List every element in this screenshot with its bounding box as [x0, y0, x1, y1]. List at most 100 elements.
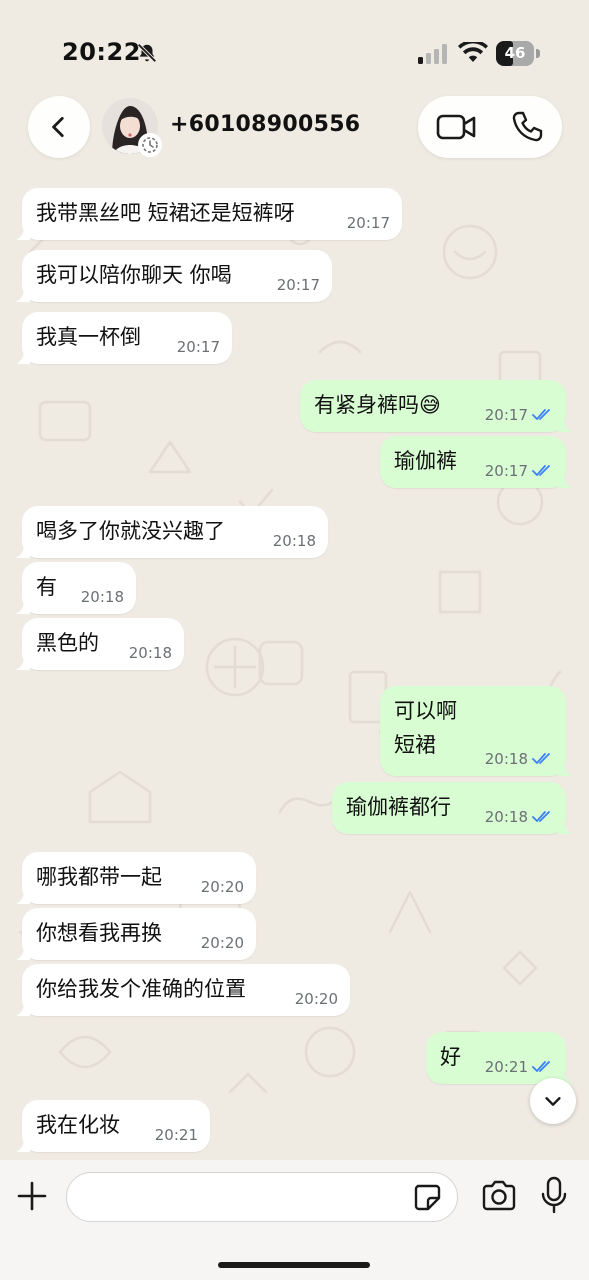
- incoming-message[interactable]: 你给我发个准确的位置 20:20: [16, 964, 350, 1016]
- message-time: 20:21: [154, 1126, 198, 1144]
- bubble-tail: [16, 946, 30, 960]
- bubble-tail: [16, 890, 30, 904]
- scroll-to-bottom-button[interactable]: [530, 1078, 576, 1124]
- message-time: 20:17: [276, 276, 320, 294]
- double-check-icon: [532, 811, 550, 822]
- bubble-tail: [558, 474, 572, 488]
- message-text: 有: [36, 575, 57, 599]
- message-meta: 20:18: [273, 532, 316, 550]
- message-text: 你想看我再换: [36, 921, 162, 945]
- incoming-message[interactable]: 有 20:18: [16, 562, 136, 614]
- bubble-tail: [16, 1002, 30, 1016]
- bubble-tail: [16, 350, 30, 364]
- bubble-tail: [558, 820, 572, 834]
- message-meta: 20:21: [485, 1058, 554, 1076]
- bubble-tail: [16, 226, 30, 240]
- message-time: 20:18: [272, 532, 316, 550]
- double-check-icon: [532, 409, 550, 420]
- message-time: 20:17: [176, 338, 220, 356]
- bubble-tail: [16, 1138, 30, 1152]
- message-text: 瑜伽裤: [394, 449, 457, 473]
- message-text: 有紧身裤吗😅: [314, 393, 441, 417]
- message-time: 20:20: [294, 990, 338, 1008]
- phone-call-icon[interactable]: [510, 110, 544, 144]
- message-text: 哪我都带一起: [36, 865, 162, 889]
- message-text: 可以啊 短裙: [394, 699, 457, 757]
- message-text: 我可以陪你聊天 你喝: [36, 263, 232, 287]
- message-time: 20:17: [346, 214, 390, 232]
- call-actions: [418, 96, 562, 158]
- message-meta: 20:18: [485, 750, 554, 768]
- incoming-message[interactable]: 我真一杯倒 20:17: [16, 312, 232, 364]
- status-time: 20:22: [62, 38, 141, 66]
- message-text: 喝多了你就没兴趣了: [36, 519, 225, 543]
- bubble-tail: [16, 656, 30, 670]
- bell-muted-icon: [137, 43, 157, 63]
- message-text: 瑜伽裤都行: [346, 795, 451, 819]
- outgoing-message[interactable]: 瑜伽裤都行 20:18: [332, 782, 572, 834]
- message-text: 我真一杯倒: [36, 325, 141, 349]
- message-meta: 20:20: [201, 878, 244, 896]
- battery-percent: 46: [504, 44, 526, 62]
- message-time: 20:18: [484, 808, 528, 826]
- back-button[interactable]: [28, 96, 90, 158]
- message-time: 20:18: [128, 644, 172, 662]
- outgoing-message[interactable]: 好 20:21: [426, 1032, 572, 1084]
- message-meta: 20:18: [129, 644, 172, 662]
- message-text: 黑色的: [36, 631, 99, 655]
- message-time: 20:17: [484, 462, 528, 480]
- status-ring-icon: [138, 133, 162, 157]
- plus-icon[interactable]: [16, 1180, 48, 1212]
- incoming-message[interactable]: 我可以陪你聊天 你喝 20:17: [16, 250, 332, 302]
- bubble-tail: [16, 544, 30, 558]
- message-time: 20:21: [484, 1058, 528, 1076]
- incoming-message[interactable]: 我带黑丝吧 短裙还是短裤呀 20:17: [16, 188, 402, 240]
- incoming-message[interactable]: 我在化妆 20:21: [16, 1100, 210, 1152]
- double-check-icon: [532, 1061, 550, 1072]
- message-time: 20:20: [200, 934, 244, 952]
- message-meta: 20:17: [277, 276, 320, 294]
- message-time: 20:17: [484, 406, 528, 424]
- message-text: 你给我发个准确的位置: [36, 977, 246, 1001]
- cellular-signal-icon: [418, 44, 447, 64]
- message-text: 好: [440, 1045, 461, 1069]
- incoming-message[interactable]: 喝多了你就没兴趣了 20:18: [16, 506, 328, 558]
- message-meta: 20:17: [485, 462, 554, 480]
- microphone-icon[interactable]: [540, 1176, 568, 1214]
- battery-cap: [536, 49, 540, 58]
- double-check-icon: [532, 465, 550, 476]
- wifi-icon: [458, 42, 488, 62]
- message-time: 20:18: [484, 750, 528, 768]
- outgoing-message[interactable]: 可以啊 短裙 20:18: [380, 686, 572, 776]
- battery-indicator: 46: [496, 41, 540, 66]
- sticker-icon[interactable]: [412, 1182, 442, 1212]
- message-meta: 20:17: [485, 406, 554, 424]
- outgoing-message[interactable]: 有紧身裤吗😅 20:17: [300, 380, 572, 432]
- bubble-tail: [558, 418, 572, 432]
- video-call-icon[interactable]: [436, 112, 476, 142]
- incoming-message[interactable]: 哪我都带一起 20:20: [16, 852, 256, 904]
- message-meta: 20:21: [155, 1126, 198, 1144]
- message-text: 我带黑丝吧 短裙还是短裤呀: [36, 201, 295, 225]
- incoming-message[interactable]: 你想看我再换 20:20: [16, 908, 256, 960]
- bubble-tail: [16, 288, 30, 302]
- message-meta: 20:20: [295, 990, 338, 1008]
- contact-name[interactable]: +60108900556: [170, 112, 360, 137]
- status-bar: 20:22 46: [0, 0, 589, 90]
- bubble-tail: [558, 762, 572, 776]
- message-meta: 20:20: [201, 934, 244, 952]
- message-meta: 20:17: [347, 214, 390, 232]
- message-time: 20:20: [200, 878, 244, 896]
- outgoing-message[interactable]: 瑜伽裤 20:17: [380, 436, 572, 488]
- message-input[interactable]: [66, 1172, 458, 1222]
- camera-icon[interactable]: [480, 1179, 518, 1213]
- message-time: 20:18: [80, 588, 124, 606]
- incoming-message[interactable]: 黑色的 20:18: [16, 618, 184, 670]
- double-check-icon: [532, 753, 550, 764]
- message-meta: 20:17: [177, 338, 220, 356]
- message-meta: 20:18: [485, 808, 554, 826]
- bubble-tail: [16, 600, 30, 614]
- chevron-down-icon: [545, 1097, 561, 1106]
- message-text: 我在化妆: [36, 1113, 120, 1137]
- home-indicator: [218, 1262, 370, 1268]
